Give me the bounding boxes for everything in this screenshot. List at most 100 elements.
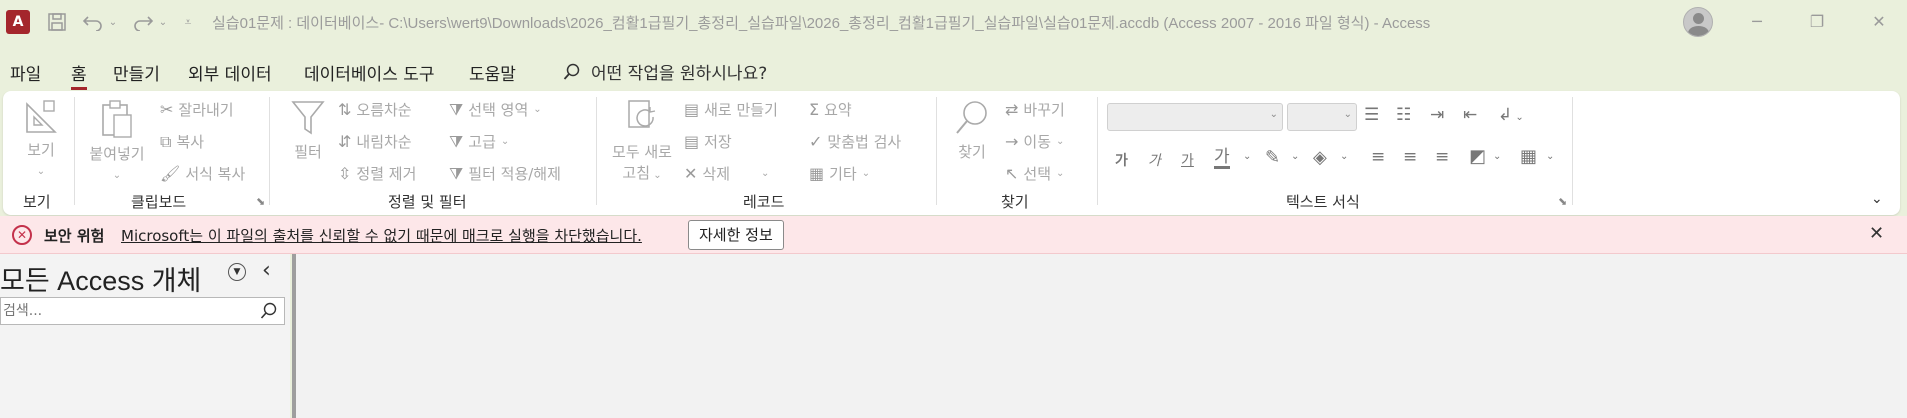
toggle-filter-icon: ⧩: [449, 163, 464, 183]
fill-color-icon[interactable]: ◈: [1313, 147, 1327, 168]
bullets-icon[interactable]: ☰: [1364, 105, 1379, 125]
highlight-icon[interactable]: ✎: [1265, 147, 1280, 168]
group-label-text-format: 텍스트 서식: [1286, 193, 1360, 211]
minimize-icon[interactable]: ─: [1737, 8, 1777, 36]
filter-button[interactable]: 필터: [283, 99, 333, 162]
new-record-button[interactable]: ▤ 새로 만들기: [684, 99, 778, 120]
spelling-button[interactable]: ✓ 맞춤법 검사: [809, 131, 901, 152]
font-color-button[interactable]: 가: [1214, 148, 1230, 169]
paste-button[interactable]: 붙여넣기 ⌄: [85, 99, 149, 182]
undo-icon[interactable]: [78, 9, 108, 35]
security-warning-title: 보안 위험: [44, 227, 105, 245]
security-warning-bar: ✕ 보안 위험 Microsoft는 이 파일의 출처를 신뢰할 수 없기 때문…: [0, 216, 1907, 254]
avatar[interactable]: [1683, 7, 1713, 37]
chevron-down-icon[interactable]: ⌄: [1291, 151, 1299, 162]
shield-x-icon: ✕: [12, 225, 32, 245]
clipboard-launcher-icon[interactable]: ⬊: [256, 195, 265, 208]
text-format-launcher-icon[interactable]: ⬊: [1558, 195, 1567, 208]
tab-external-data[interactable]: 외부 데이터: [188, 60, 272, 85]
more-button[interactable]: ▦ 기타 ⌄: [809, 163, 870, 184]
chevron-left-icon[interactable]: ‹: [262, 258, 271, 283]
chevron-down-icon[interactable]: ⌄: [1243, 151, 1251, 162]
close-window-icon[interactable]: ✕: [1859, 8, 1899, 36]
sort-descending-icon: ⇵: [338, 132, 352, 151]
align-left-icon[interactable]: ≡: [1371, 147, 1385, 167]
nav-pane-title[interactable]: 모든 Access 개체: [0, 259, 201, 298]
more-info-button[interactable]: 자세한 정보: [688, 220, 784, 250]
increase-indent-icon[interactable]: ⇥: [1430, 105, 1444, 125]
font-name-combo[interactable]: ⌄: [1107, 103, 1283, 131]
save-icon[interactable]: [44, 9, 70, 35]
alternate-row-color-icon[interactable]: ▦: [1520, 146, 1537, 167]
gridlines-icon[interactable]: ◩: [1469, 146, 1486, 167]
group-divider: [596, 97, 597, 205]
tab-file[interactable]: 파일: [10, 60, 41, 85]
arrow-right-icon: →: [1005, 132, 1019, 151]
redo-dropdown-icon[interactable]: ⌄: [156, 9, 170, 35]
customize-qat-icon[interactable]: ⩡: [180, 9, 196, 35]
copy-button[interactable]: ⧉ 복사: [160, 131, 204, 152]
group-label-find: 찾기: [1001, 193, 1029, 211]
italic-button[interactable]: 가: [1148, 150, 1161, 170]
close-icon[interactable]: ✕: [1869, 223, 1884, 244]
replace-icon: ⇄: [1005, 100, 1019, 119]
security-warning-text[interactable]: Microsoft는 이 파일의 출처를 신뢰할 수 없기 때문에 매크로 실행…: [121, 225, 642, 246]
navigation-pane: 모든 Access 개체 ▼ ‹: [0, 254, 290, 418]
underline-button[interactable]: 가: [1181, 150, 1194, 170]
sort-descending-button[interactable]: ⇵ 내림차순: [338, 131, 412, 152]
rtl-icon[interactable]: ↲ ⌄: [1498, 105, 1524, 125]
magnifier-icon: [956, 101, 987, 134]
search-icon: [563, 63, 580, 80]
chevron-down-icon[interactable]: ⌄: [1340, 151, 1348, 162]
select-button[interactable]: ↖ 선택 ⌄: [1005, 163, 1064, 184]
ribbon-collapse-icon[interactable]: ⌄: [1871, 191, 1883, 207]
spelling-icon: ✓: [809, 132, 823, 151]
find-button[interactable]: 찾기: [950, 99, 994, 162]
selection-button[interactable]: ⧩ 선택 영역 ⌄: [449, 99, 542, 120]
delete-record-button[interactable]: ✕ 삭제 ⌄: [684, 163, 769, 184]
chevron-down-circle-icon[interactable]: ▼: [228, 263, 246, 281]
cut-button[interactable]: ✂ 잘라내기: [160, 99, 234, 120]
font-size-combo[interactable]: ⌄: [1287, 103, 1357, 131]
format-painter-button[interactable]: 🖌 서식 복사: [160, 163, 245, 184]
search-input[interactable]: [0, 297, 285, 325]
group-divider: [1097, 97, 1098, 205]
sort-ascending-icon: ⇅: [338, 100, 352, 119]
redo-icon[interactable]: [128, 9, 158, 35]
title-bar: A ⌄ ⌄ ⩡ 실습01문제 : 데이터베이스- C:\Users\wert9\…: [0, 0, 1907, 44]
remove-sort-icon: ⇳: [338, 164, 352, 183]
decrease-indent-icon[interactable]: ⇤: [1463, 105, 1477, 125]
tab-home[interactable]: 홈: [71, 60, 87, 90]
tell-me-search[interactable]: 어떤 작업을 원하시나요?: [563, 59, 767, 84]
tab-database-tools[interactable]: 데이터베이스 도구: [304, 60, 435, 85]
undo-dropdown-icon[interactable]: ⌄: [106, 9, 120, 35]
totals-button[interactable]: Σ 요약: [809, 99, 852, 120]
align-center-icon[interactable]: ≡: [1403, 147, 1417, 167]
goto-button[interactable]: → 이동 ⌄: [1005, 131, 1064, 152]
replace-button[interactable]: ⇄ 바꾸기: [1005, 99, 1065, 120]
search-icon[interactable]: [260, 302, 278, 320]
refresh-all-button[interactable]: 모두 새로 고침 ⌄: [606, 99, 678, 183]
toggle-filter-button[interactable]: ⧩ 필터 적용/해제: [449, 163, 561, 184]
advanced-filter-icon: ⧩: [449, 131, 464, 151]
view-button[interactable]: 보기 ⌄: [15, 99, 67, 178]
new-record-icon: ▤: [684, 100, 700, 119]
chevron-down-icon[interactable]: ⌄: [1493, 151, 1501, 162]
chevron-down-icon[interactable]: ⌄: [1546, 151, 1554, 162]
remove-sort-button[interactable]: ⇳ 정렬 제거: [338, 163, 416, 184]
numbering-icon[interactable]: ☷: [1396, 105, 1411, 125]
menu-bar: 파일 홈 만들기 외부 데이터 데이터베이스 도구 도움말 어떤 작업을 원하시…: [0, 56, 1907, 90]
workspace-area: [296, 254, 1907, 418]
sort-ascending-button[interactable]: ⇅ 오름차순: [338, 99, 412, 120]
bold-button[interactable]: 가: [1115, 150, 1128, 170]
group-label-sort-filter: 정렬 및 필터: [388, 193, 467, 211]
group-divider: [936, 97, 937, 205]
restore-icon[interactable]: ❐: [1797, 8, 1837, 36]
save-record-button[interactable]: ▤ 저장: [684, 131, 732, 152]
advanced-button[interactable]: ⧩ 고급 ⌄: [449, 131, 509, 152]
delete-icon: ✕: [684, 164, 698, 183]
tab-create[interactable]: 만들기: [113, 60, 160, 85]
align-right-icon[interactable]: ≡: [1435, 147, 1449, 167]
tab-help[interactable]: 도움말: [469, 60, 516, 85]
selection-filter-icon: ⧩: [449, 99, 464, 119]
